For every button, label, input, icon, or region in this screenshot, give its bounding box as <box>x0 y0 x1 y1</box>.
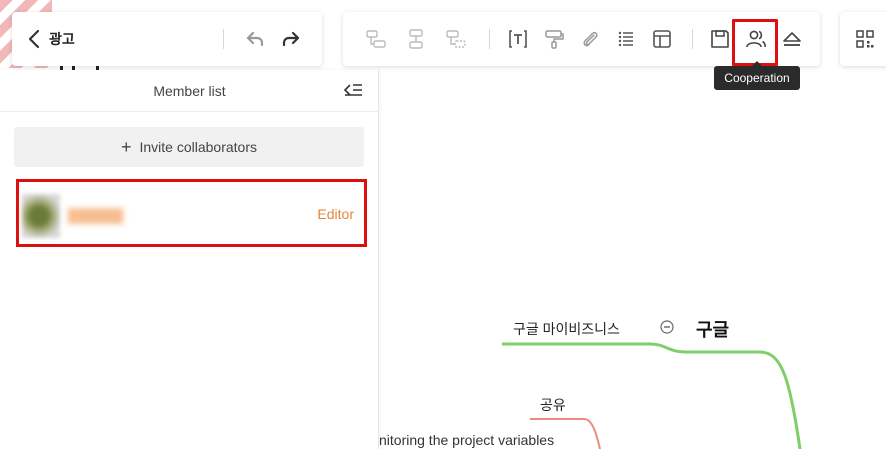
invite-collaborators-button[interactable]: + Invite collaborators <box>14 127 364 167</box>
document-title[interactable]: 광고 <box>49 29 75 49</box>
topic-google-mybusiness[interactable]: 구글 마이비즈니스 <box>513 319 620 339</box>
qr-code-icon[interactable] <box>852 26 878 52</box>
layout-icon[interactable] <box>649 26 675 52</box>
toolbar <box>343 12 820 66</box>
topic-project-variables[interactable]: nitoring the project variables <box>379 432 554 448</box>
insert-parent-topic-icon[interactable] <box>443 26 469 52</box>
divider <box>223 29 224 49</box>
member-list-panel: Member list + Invite collaborators █████… <box>0 70 379 449</box>
member-role[interactable]: Editor <box>317 206 354 222</box>
member-row[interactable]: ██████ Editor <box>22 194 362 238</box>
collapse-panel-icon[interactable] <box>343 81 363 99</box>
insert-sibling-topic-icon[interactable] <box>403 26 429 52</box>
insert-child-topic-icon[interactable] <box>363 26 389 52</box>
member-name-blurred: ██████ <box>68 208 124 223</box>
plus-icon: + <box>120 137 132 157</box>
format-painter-icon[interactable] <box>541 26 567 52</box>
divider <box>489 29 490 49</box>
undo-icon[interactable] <box>242 26 268 52</box>
attachment-icon[interactable] <box>577 26 603 52</box>
divider <box>692 29 693 49</box>
qr-bar <box>840 12 886 66</box>
eject-icon[interactable] <box>779 26 805 52</box>
cooperation-tooltip: Cooperation <box>714 61 800 90</box>
panel-header: Member list <box>0 70 379 112</box>
redo-icon[interactable] <box>278 26 304 52</box>
save-icon[interactable] <box>707 26 733 52</box>
avatar <box>22 194 60 238</box>
chevron-left-icon[interactable] <box>24 28 46 50</box>
title-bar: 광고 <box>12 12 322 66</box>
list-icon[interactable] <box>613 26 639 52</box>
topic-share[interactable]: 공유 <box>540 395 566 415</box>
cooperation-highlight <box>732 19 778 66</box>
collapse-branch-icon[interactable] <box>660 320 674 334</box>
central-topic[interactable]: 구글 <box>696 316 729 342</box>
invite-collaborators-label: Invite collaborators <box>139 139 258 155</box>
panel-title: Member list <box>153 83 226 99</box>
text-box-icon[interactable] <box>505 26 531 52</box>
